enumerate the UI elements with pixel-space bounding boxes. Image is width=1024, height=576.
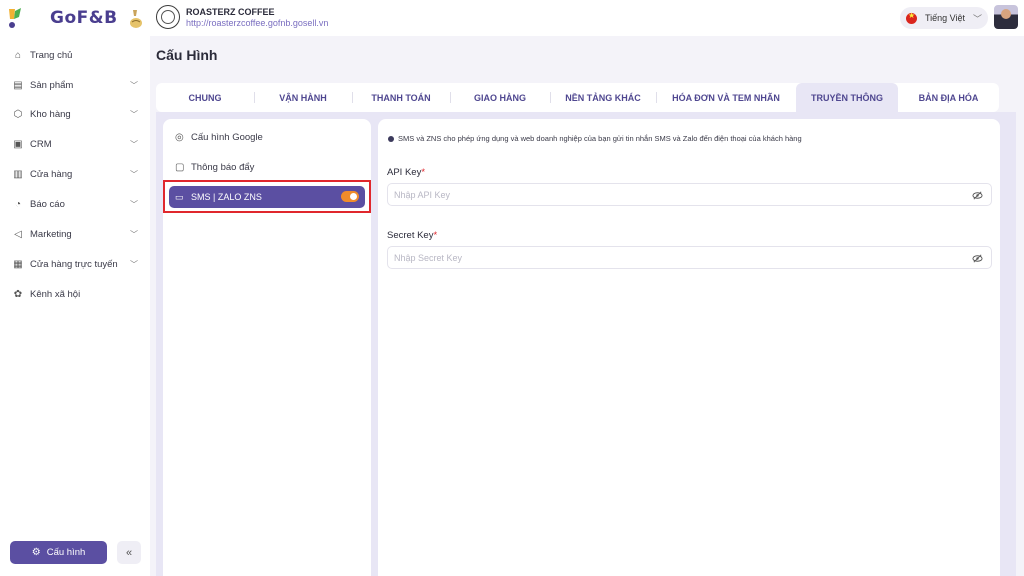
- sidebar-item-reports[interactable]: ◔ Báo cáo ﹀: [12, 194, 140, 214]
- sidebar-item-store[interactable]: ▥ Cửa hàng ﹀: [12, 164, 140, 184]
- inventory-icon: ⬡: [13, 108, 23, 120]
- coffee-deco-icon: [128, 8, 144, 30]
- tab-invoice-labels[interactable]: HÓA ĐƠN VÀ TEM NHÃN: [656, 83, 796, 112]
- page-title: Cấu Hình: [156, 47, 218, 63]
- tab-operation[interactable]: VẬN HÀNH: [254, 83, 352, 112]
- sidebar-item-marketing[interactable]: ◁ Marketing ﹀: [12, 224, 140, 244]
- online-store-icon: ▦: [13, 258, 23, 270]
- settings-tabs: CHUNG VẬN HÀNH THANH TOÁN GIAO HÀNG NỀN …: [156, 83, 999, 112]
- sidebar-item-label: Trang chủ: [30, 49, 73, 61]
- sidebar-item-label: Kho hàng: [30, 108, 71, 120]
- chevron-down-icon: ﹀: [130, 169, 138, 179]
- store-name: ROASTERZ COFFEE: [186, 7, 275, 17]
- secret-key-label-text: Secret Key: [387, 230, 434, 241]
- tab-communication[interactable]: TRUYỀN THÔNG: [796, 83, 898, 112]
- location-pin-icon: ◎: [175, 131, 184, 143]
- sidebar: ⌂ Trang chủ ▤ Sản phẩm ﹀ ⬡ Kho hàng ﹀ ▣ …: [0, 36, 150, 576]
- home-icon: ⌂: [14, 49, 22, 61]
- gear-icon: ⚙: [31, 547, 41, 558]
- sidebar-item-label: Kênh xã hội: [30, 288, 81, 300]
- vietnam-flag-icon: [906, 11, 917, 24]
- menu-item-label: Cấu hình Google: [191, 131, 263, 143]
- secret-key-input[interactable]: [394, 250, 954, 265]
- tab-payment[interactable]: THANH TOÁN: [352, 83, 450, 112]
- report-icon: ◔: [14, 198, 22, 210]
- chevron-down-icon: ﹀: [130, 229, 138, 239]
- chevron-down-icon: ﹀: [130, 199, 138, 209]
- product-icon: ▤: [13, 79, 23, 91]
- brand-logo-icon: [6, 5, 26, 31]
- info-note: SMS và ZNS cho phép ứng dụng và web doan…: [388, 134, 802, 143]
- store-logo-icon: [156, 5, 180, 29]
- selection-highlight-box: [163, 180, 371, 213]
- sidebar-item-crm[interactable]: ▣ CRM ﹀: [12, 134, 140, 154]
- menu-item-label: Thông báo đẩy: [191, 161, 255, 173]
- brand[interactable]: GoF&B: [6, 4, 146, 32]
- language-selector[interactable]: Tiếng Việt ﹀: [900, 7, 988, 29]
- double-chevron-left-icon: «: [125, 546, 133, 559]
- sidebar-item-products[interactable]: ▤ Sản phẩm ﹀: [12, 75, 140, 95]
- social-icon: ✿: [13, 288, 23, 300]
- tab-general[interactable]: CHUNG: [156, 83, 254, 112]
- menu-item-google-config[interactable]: ◎ Cấu hình Google: [175, 127, 263, 147]
- eye-hidden-icon[interactable]: [971, 189, 983, 201]
- calendar-icon: ▢: [175, 161, 185, 173]
- chevron-down-icon: ﹀: [130, 259, 138, 269]
- required-marker: *: [433, 230, 438, 241]
- tab-localization[interactable]: BẢN ĐỊA HÓA: [898, 83, 999, 112]
- collapse-sidebar-button[interactable]: «: [117, 541, 141, 564]
- crm-icon: ▣: [13, 138, 23, 150]
- api-key-label-text: API Key: [387, 167, 422, 178]
- tab-other-platforms[interactable]: NỀN TẢNG KHÁC: [550, 83, 656, 112]
- sidebar-item-online-store[interactable]: ▦ Cửa hàng trực tuyến ﹀: [12, 254, 140, 274]
- marketing-icon: ◁: [14, 228, 22, 240]
- sidebar-item-label: Báo cáo: [30, 198, 65, 210]
- brand-name: GoF&B: [50, 8, 118, 28]
- info-text: SMS và ZNS cho phép ứng dụng và web doan…: [398, 134, 802, 143]
- menu-item-push-notification[interactable]: ▢ Thông báo đẩy: [175, 157, 254, 177]
- sidebar-item-label: Marketing: [30, 228, 72, 240]
- sidebar-item-social[interactable]: ✿ Kênh xã hội: [12, 284, 140, 304]
- tab-delivery[interactable]: GIAO HÀNG: [450, 83, 550, 112]
- sidebar-item-label: CRM: [30, 138, 52, 150]
- chevron-down-icon: ﹀: [973, 13, 983, 24]
- sidebar-item-label: Cửa hàng: [30, 168, 73, 180]
- avatar[interactable]: [994, 5, 1018, 29]
- settings-button[interactable]: ⚙ Cấu hình: [10, 541, 107, 564]
- api-key-label: API Key*: [387, 167, 425, 178]
- store-url-link[interactable]: http://roasterzcoffee.gofnb.gosell.vn: [186, 18, 328, 28]
- settings-button-label: Cấu hình: [46, 547, 86, 558]
- secret-key-field[interactable]: [387, 246, 992, 269]
- chevron-down-icon: ﹀: [130, 139, 138, 149]
- required-marker: *: [421, 167, 426, 178]
- secret-key-label: Secret Key*: [387, 230, 437, 241]
- sidebar-item-label: Sản phẩm: [30, 79, 74, 91]
- top-bar: GoF&B ROASTERZ COFFEE http://roasterzcof…: [0, 0, 1024, 36]
- api-key-field[interactable]: [387, 183, 992, 206]
- eye-hidden-icon[interactable]: [971, 252, 983, 264]
- language-label: Tiếng Việt: [925, 13, 966, 23]
- sidebar-item-label: Cửa hàng trực tuyến: [30, 258, 118, 270]
- info-icon: [388, 135, 394, 142]
- chevron-down-icon: ﹀: [130, 109, 138, 119]
- sidebar-item-home[interactable]: ⌂ Trang chủ: [12, 45, 140, 65]
- api-key-input[interactable]: [394, 187, 954, 202]
- store-icon: ▥: [13, 168, 23, 180]
- chevron-down-icon: ﹀: [130, 80, 138, 90]
- sidebar-item-inventory[interactable]: ⬡ Kho hàng ﹀: [12, 104, 140, 124]
